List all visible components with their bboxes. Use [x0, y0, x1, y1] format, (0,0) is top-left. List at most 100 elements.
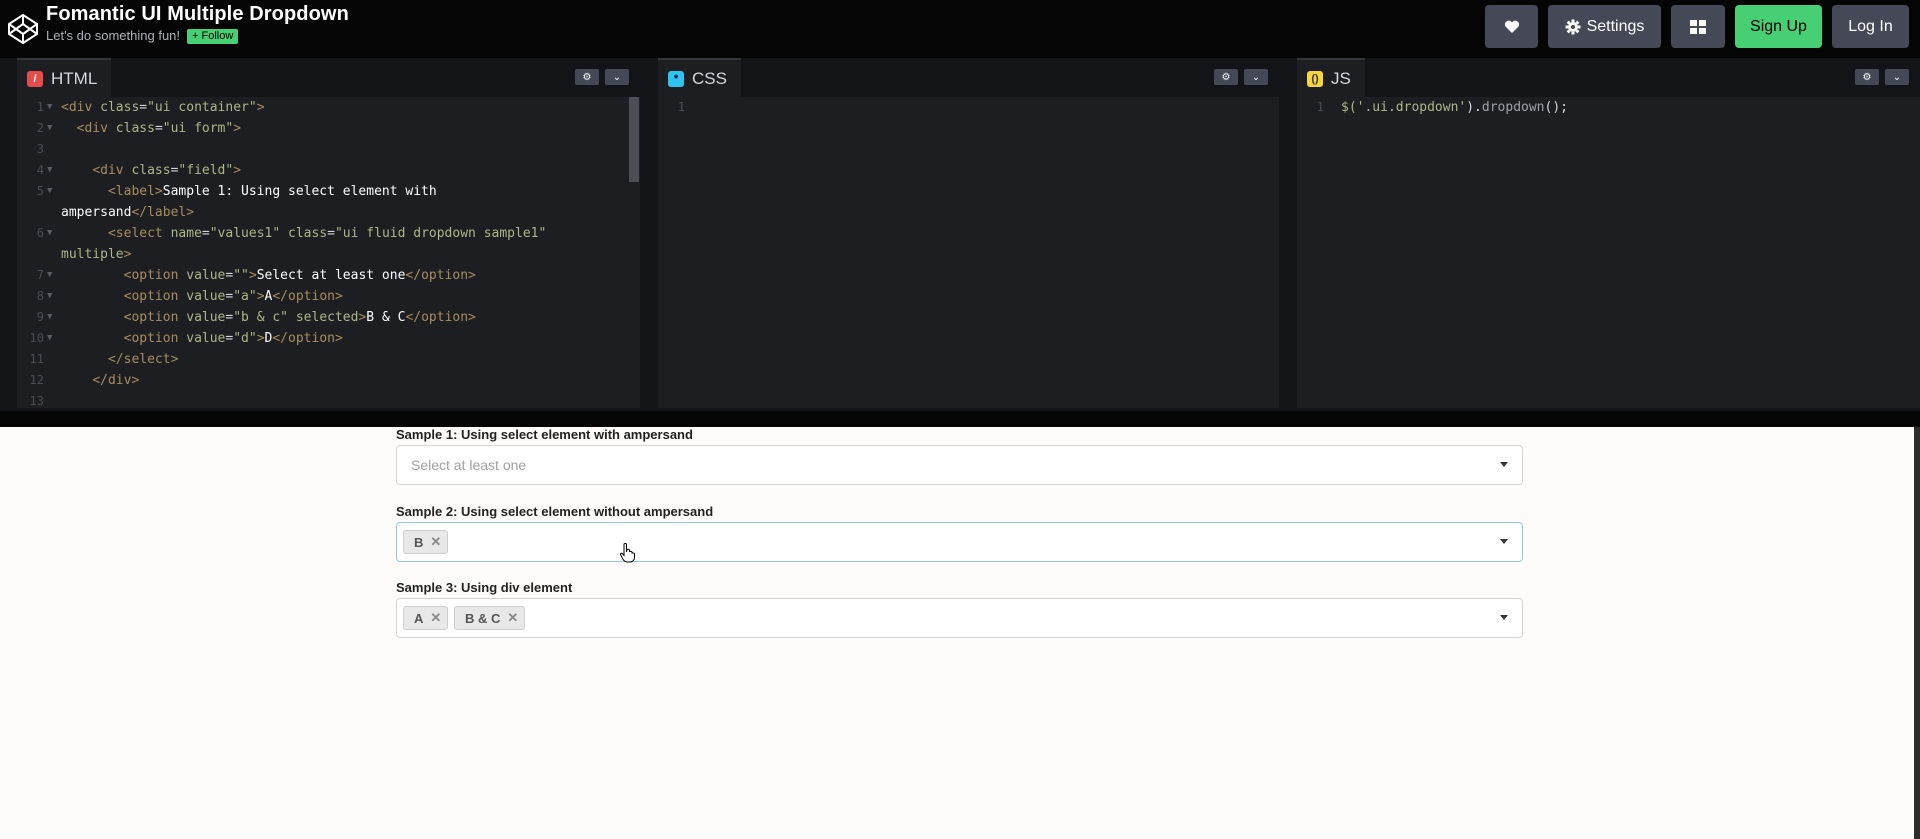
fold-arrow-icon[interactable]: ▼ [47, 265, 52, 286]
fold-arrow-icon[interactable]: ▼ [47, 97, 52, 118]
code-line: <option value="a">A</option> [123, 289, 343, 304]
html-icon: / [27, 70, 43, 87]
sample1-placeholder: Select at least one [411, 457, 527, 473]
login-button[interactable]: Log In [1832, 5, 1909, 48]
js-pane-header: () JS ⚙ ⌄ [1297, 58, 1920, 97]
result-preview: Sample 1: Using select element with ampe… [0, 427, 1914, 839]
fold-arrow-icon[interactable]: ▼ [47, 307, 52, 328]
pen-title: Fomantic UI Multiple Dropdown [46, 3, 349, 25]
html-collapse-button[interactable]: ⌄ [605, 69, 629, 85]
line-number: 13 [29, 394, 44, 408]
code-line: <option value="">Select at least one</op… [123, 268, 476, 283]
chip-label: A [414, 610, 424, 626]
code-line: $('.ui.dropdown').dropdown(); [1341, 100, 1568, 115]
selected-chip: B & C ✕ [454, 606, 526, 630]
code-line: <option value="b & c" selected>B & C</op… [123, 310, 476, 325]
css-editor-pane: * CSS ⚙ ⌄ 1 [658, 58, 1279, 408]
html-editor-pane: / HTML ⚙ ⌄ 1 ▼ <div class="ui container"> … [17, 58, 640, 408]
fold-arrow-icon[interactable]: ▼ [47, 286, 52, 307]
follow-button[interactable]: + Follow [187, 29, 239, 44]
codepen-logo-icon[interactable] [6, 12, 40, 46]
gear-icon [1565, 19, 1581, 34]
sample1-dropdown[interactable]: Select at least one [396, 445, 1523, 485]
css-collapse-button[interactable]: ⌄ [1244, 69, 1268, 85]
hand-pointer-cursor-icon [619, 543, 635, 563]
tab-js-label: JS [1331, 68, 1351, 88]
dropdown-caret-icon [1500, 539, 1508, 544]
css-code-area[interactable]: 1 [658, 97, 1279, 408]
heart-icon [1504, 20, 1519, 33]
code-line: </div> [92, 373, 140, 388]
chip-label: B & C [465, 610, 501, 626]
line-number: 7 [36, 268, 44, 282]
resize-divider[interactable] [0, 411, 1920, 427]
layout-grid-icon [1690, 19, 1706, 34]
line-number: 10 [29, 331, 44, 345]
remove-chip-icon[interactable]: ✕ [507, 610, 518, 626]
code-line: multiple> [61, 247, 132, 262]
heart-button[interactable] [1485, 5, 1538, 48]
sample3-dropdown[interactable]: A ✕ B & C ✕ [396, 598, 1523, 638]
code-line: <label>Sample 1: Using select element wi… [107, 184, 437, 199]
code-line: ampersand</label> [61, 205, 195, 220]
chip-label: B [414, 534, 424, 550]
sample3-label: Sample 3: Using div element [396, 580, 573, 595]
tab-html-label: HTML [51, 68, 98, 88]
fold-arrow-icon[interactable]: ▼ [47, 223, 52, 244]
fold-arrow-icon[interactable]: ▼ [47, 328, 52, 349]
code-line: <option value="d">D</option> [123, 331, 343, 346]
css-pane-header: * CSS ⚙ ⌄ [658, 58, 1279, 97]
remove-chip-icon[interactable]: ✕ [430, 534, 441, 550]
fold-arrow-icon[interactable]: ▼ [47, 181, 52, 202]
dropdown-caret-icon [1500, 615, 1508, 620]
sample2-dropdown[interactable]: B ✕ [396, 522, 1523, 562]
line-number: 1 [36, 100, 44, 114]
code-line: <div class="field"> [92, 163, 242, 178]
remove-chip-icon[interactable]: ✕ [430, 610, 441, 626]
selected-chip: A ✕ [403, 606, 449, 630]
css-settings-button[interactable]: ⚙ [1214, 69, 1238, 85]
pen-subtitle: Let's do something fun! [46, 28, 181, 43]
line-number: 9 [36, 310, 44, 324]
js-editor-pane: () JS ⚙ ⌄ 1 $('.ui.dropdown').dropdown(); [1297, 58, 1920, 408]
preview-scrollbar[interactable] [1914, 427, 1920, 839]
sample1-label: Sample 1: Using select element with ampe… [396, 427, 693, 442]
js-icon: () [1307, 70, 1323, 87]
html-pane-header: / HTML ⚙ ⌄ [17, 58, 640, 97]
tab-js[interactable]: () JS [1297, 58, 1365, 97]
signup-button[interactable]: Sign Up [1735, 5, 1822, 48]
settings-label: Settings [1586, 17, 1645, 35]
css-icon: * [668, 70, 684, 87]
line-number: 4 [36, 163, 44, 177]
line-number: 1 [677, 100, 685, 114]
change-view-button[interactable] [1671, 5, 1725, 48]
html-code-area[interactable]: 1 ▼ <div class="ui container"> 2 ▼ <div cla… [17, 97, 640, 408]
tab-css[interactable]: * CSS [658, 58, 741, 97]
sample2-label: Sample 2: Using select element without a… [396, 504, 714, 519]
line-number: 11 [29, 352, 44, 366]
js-collapse-button[interactable]: ⌄ [1885, 69, 1909, 85]
editor-panels: / HTML ⚙ ⌄ 1 ▼ <div class="ui container"> … [0, 58, 1920, 427]
js-code-area[interactable]: 1 $('.ui.dropdown').dropdown(); [1297, 97, 1920, 408]
code-line: <div class="ui form"> [76, 121, 242, 136]
line-number: 3 [36, 142, 44, 156]
fold-arrow-icon[interactable]: ▼ [47, 160, 52, 181]
html-editor-scrollbar[interactable] [629, 97, 639, 182]
settings-button[interactable]: Settings [1548, 5, 1661, 48]
line-number: 12 [29, 373, 44, 387]
dropdown-caret-icon [1500, 462, 1508, 467]
code-line: <div class="ui container"> [61, 100, 265, 115]
header-bar: Fomantic UI Multiple Dropdown Let's do s… [0, 0, 1920, 58]
line-number: 5 [36, 184, 44, 198]
line-number: 8 [36, 289, 44, 303]
tab-css-label: CSS [692, 68, 727, 88]
fold-arrow-icon[interactable]: ▼ [47, 118, 52, 139]
js-settings-button[interactable]: ⚙ [1855, 69, 1879, 85]
code-line: <select name="values1" class="ui fluid d… [107, 226, 547, 241]
selected-chip: B ✕ [403, 530, 449, 554]
line-number: 2 [36, 121, 44, 135]
tab-html[interactable]: / HTML [17, 58, 112, 97]
html-settings-button[interactable]: ⚙ [575, 69, 599, 85]
